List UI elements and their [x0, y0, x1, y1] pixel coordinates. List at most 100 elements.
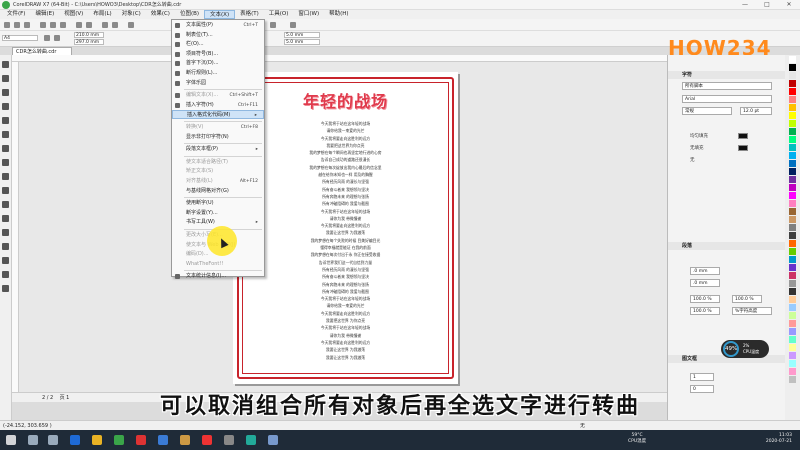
- text-menu-item-23[interactable]: WhatTheFont!!: [172, 260, 264, 269]
- poem-line[interactable]: 所有经历风雨 的漫长与坚强: [233, 178, 458, 185]
- palette-swatch[interactable]: [789, 136, 796, 143]
- options-icon[interactable]: [290, 22, 296, 28]
- text-menu-item-9[interactable]: 插入格式化代码(M) ▸: [172, 110, 264, 120]
- poem-line[interactable]: 所有冲破阻碍的 我爱与截图: [233, 200, 458, 207]
- font-style-select[interactable]: 常规: [682, 107, 732, 115]
- app-icon-red[interactable]: [136, 435, 146, 445]
- para-spacing-after-field[interactable]: 100.0 %: [732, 295, 762, 303]
- palette-swatch[interactable]: [789, 264, 796, 271]
- poem-line[interactable]: 我要让这世界 为我激荡: [233, 229, 458, 236]
- close-button[interactable]: ✕: [778, 0, 800, 10]
- indent-right-field[interactable]: .0 mm: [690, 279, 720, 287]
- search-icon[interactable]: [28, 435, 38, 445]
- text-menu-item-5[interactable]: 断行规则(L)...: [172, 69, 264, 78]
- redo-icon[interactable]: [86, 22, 92, 28]
- font-size-field[interactable]: 12.0 pt: [740, 107, 772, 115]
- palette-swatch[interactable]: [789, 112, 796, 119]
- char-section-header[interactable]: 字符: [668, 71, 786, 79]
- text-menu-item-11[interactable]: 显示非打印字符(N): [172, 133, 264, 142]
- poem-line[interactable]: 我的梦想在每个失败的时候 目美好编目光: [233, 237, 458, 244]
- transparency-tool-icon[interactable]: [2, 243, 9, 250]
- palette-swatch[interactable]: [789, 208, 796, 215]
- palette-swatch[interactable]: [789, 232, 796, 239]
- text-menu-item-7[interactable]: 编辑文本(X)... Ctrl+Shift+T: [172, 91, 264, 100]
- text-menu-item-16[interactable]: 与基线网格对齐(G): [172, 187, 264, 196]
- palette-swatch[interactable]: [789, 184, 796, 191]
- smart-fill-tool-icon[interactable]: [2, 131, 9, 138]
- poem-line[interactable]: 今天我将要走向这胜利的远方: [233, 135, 458, 142]
- menu-5[interactable]: 效果(C): [146, 10, 175, 19]
- poem-line[interactable]: 我的梦想在每个瞬间也再坚定地行进的心房: [233, 149, 458, 156]
- app-icon-green[interactable]: [246, 435, 256, 445]
- palette-swatch[interactable]: [789, 152, 796, 159]
- text-menu-item-12[interactable]: 段落文本框(P) ▸: [172, 145, 264, 154]
- document-page[interactable]: 年轻的战场 今天我将于站在这年轻的战场 请你给我一束爱的光芒 今天我将要走向这胜利的…: [233, 72, 458, 384]
- freehand-tool-icon[interactable]: [2, 117, 9, 124]
- poem-line[interactable]: 告诉世界我们这一代自信到力量: [233, 259, 458, 266]
- vertical-ruler[interactable]: [12, 62, 19, 392]
- palette-swatch[interactable]: [789, 360, 796, 367]
- poem-line[interactable]: 我要把这世界为你点亮: [233, 142, 458, 149]
- smart-fill-2-tool-icon[interactable]: [2, 285, 9, 292]
- task-view-icon[interactable]: [48, 435, 58, 445]
- minimize-button[interactable]: —: [734, 0, 756, 10]
- copy-icon[interactable]: [50, 22, 56, 28]
- fill-type-label[interactable]: 均匀填充: [690, 133, 708, 139]
- menu-2[interactable]: 视图(V): [59, 10, 88, 19]
- cut-icon[interactable]: [40, 22, 46, 28]
- text-tool-icon[interactable]: [2, 187, 9, 194]
- palette-swatch[interactable]: [789, 320, 796, 327]
- font-name-select[interactable]: Arial: [682, 95, 772, 103]
- menu-0[interactable]: 文件(F): [2, 10, 30, 19]
- palette-swatch[interactable]: [789, 240, 796, 247]
- page-preset-select[interactable]: A4: [2, 35, 38, 41]
- palette-swatch[interactable]: [789, 216, 796, 223]
- poem-line[interactable]: 告诉自己成功的道路还很漫长: [233, 156, 458, 163]
- poem-line[interactable]: 今天我将要走向这胜利的远方: [233, 339, 458, 346]
- eyedropper-tool-icon[interactable]: [2, 257, 9, 264]
- poem-line[interactable]: 所有奋斗者来 我想领与坚决: [233, 273, 458, 280]
- palette-swatch[interactable]: [789, 352, 796, 359]
- snap-icon[interactable]: [270, 22, 276, 28]
- app-icon-orange[interactable]: [180, 435, 190, 445]
- menu-3[interactable]: 布局(L): [88, 10, 116, 19]
- document-tab[interactable]: CDR怎么转曲.cdr: [12, 47, 72, 55]
- palette-swatch[interactable]: [789, 176, 796, 183]
- palette-swatch[interactable]: [789, 256, 796, 263]
- palette-swatch[interactable]: [789, 304, 796, 311]
- undo-icon[interactable]: [76, 22, 82, 28]
- page-height-field[interactable]: 297.0 mm: [74, 39, 104, 45]
- poem-line[interactable]: 请你给我一束爱的光芒: [233, 302, 458, 309]
- palette-swatch[interactable]: [789, 368, 796, 375]
- zoom-tool-icon[interactable]: [2, 103, 9, 110]
- coreldraw-app-icon[interactable]: [114, 435, 124, 445]
- text-menu-item-2[interactable]: 栏(O)...: [172, 40, 264, 49]
- menu-9[interactable]: 工具(O): [264, 10, 294, 19]
- poem-line[interactable]: 今天我将于站在这年轻的战场: [233, 208, 458, 215]
- poem-line[interactable]: 请你给我一束爱的光芒: [233, 127, 458, 134]
- palette-swatch[interactable]: [789, 56, 796, 63]
- palette-swatch[interactable]: [789, 144, 796, 151]
- palette-swatch[interactable]: [789, 312, 796, 319]
- interactive-fill-tool-icon[interactable]: [2, 271, 9, 278]
- bg-fill-swatch[interactable]: [738, 145, 748, 151]
- poem-line[interactable]: 我的梦想在每次绽放出我内心最后的信念里: [233, 164, 458, 171]
- poem-line[interactable]: 我要让这世界 为我激荡: [233, 346, 458, 353]
- save-icon[interactable]: [24, 22, 30, 28]
- zoom-icon[interactable]: [128, 22, 134, 28]
- palette-swatch[interactable]: [789, 224, 796, 231]
- text-menu-item-1[interactable]: 制表位(T)...: [172, 31, 264, 40]
- connector-tool-icon[interactable]: [2, 215, 9, 222]
- shape-tool-icon[interactable]: [2, 75, 9, 82]
- poem-line[interactable]: 今天我将于站在这年轻的战场: [233, 295, 458, 302]
- palette-swatch[interactable]: [789, 296, 796, 303]
- poem-line[interactable]: 所有奋斗者来 我想领与坚决: [233, 186, 458, 193]
- poem-line[interactable]: 我要让这世界 为我激荡: [233, 354, 458, 361]
- app-icon-lightblue[interactable]: [268, 435, 278, 445]
- text-menu-item-0[interactable]: 文本属性(P) Ctrl+T: [172, 21, 264, 30]
- horizontal-ruler[interactable]: [12, 55, 667, 62]
- palette-swatch[interactable]: [789, 192, 796, 199]
- text-menu-item-3[interactable]: 项目符号(B)...: [172, 50, 264, 59]
- palette-swatch[interactable]: [789, 328, 796, 335]
- import-icon[interactable]: [102, 22, 108, 28]
